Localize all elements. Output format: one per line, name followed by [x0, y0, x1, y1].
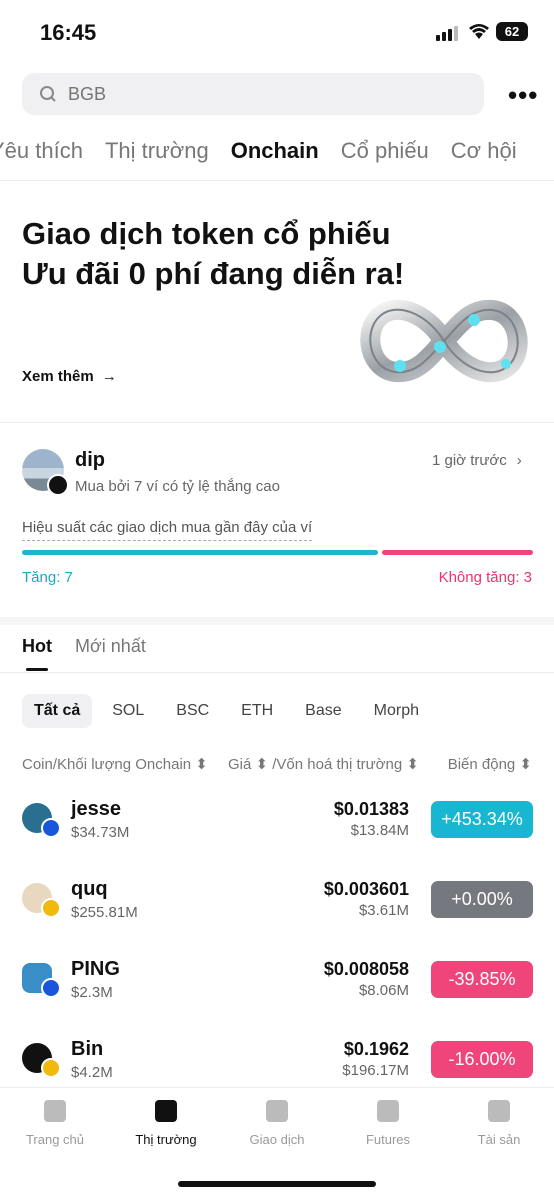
nav-label: Giao dịch [249, 1132, 305, 1147]
promo-title: Giao dịch token cổ phiếu Ưu đãi 0 phí đa… [22, 214, 404, 294]
token-market-cap: $196.17M [342, 1062, 409, 1079]
tab-market[interactable]: Thị trường [105, 138, 209, 164]
futures-icon [377, 1100, 399, 1122]
col-price[interactable]: Giá ⬍ /Vốn hoá thị trường ⬍ [228, 755, 419, 773]
bsc-chain-icon [41, 898, 61, 918]
wifi-icon [469, 24, 489, 39]
chip-base[interactable]: Base [293, 694, 353, 728]
tab-hot[interactable]: Hot [22, 636, 52, 657]
nav-label: Tài sản [477, 1132, 521, 1147]
tab-newest[interactable]: Mới nhất [75, 636, 146, 657]
home-icon [44, 1100, 66, 1122]
nav-futures[interactable]: Futures [333, 1100, 443, 1147]
home-indicator [178, 1181, 376, 1187]
nav-home[interactable]: Trang chủ [0, 1100, 110, 1147]
up-bar [22, 550, 378, 555]
nav-label: Futures [365, 1132, 411, 1147]
solana-badge-icon [47, 474, 69, 496]
section-divider [0, 617, 554, 625]
token-name[interactable]: Bin [71, 1038, 103, 1061]
chip-morph[interactable]: Morph [362, 694, 431, 728]
token-volume: $255.81M [71, 904, 138, 921]
divider [0, 180, 554, 181]
token-market-cap: $3.61M [358, 902, 409, 919]
performance-label[interactable]: Hiệu suất các giao dịch mua gần đây của … [22, 519, 313, 541]
token-volume: $4.2M [71, 1064, 113, 1081]
search-bar[interactable] [22, 73, 484, 115]
search-icon [40, 86, 56, 102]
divider [0, 672, 554, 673]
token-market-cap: $8.06M [358, 982, 409, 999]
promo-line-1: Giao dịch token cổ phiếu [22, 216, 391, 251]
chip-all[interactable]: Tất cả [22, 694, 93, 728]
more-menu-icon[interactable]: ••• [508, 80, 538, 111]
down-bar [382, 550, 533, 555]
chip-sol[interactable]: SOL [100, 694, 156, 728]
chart-icon [155, 1100, 177, 1122]
col-change[interactable]: Biến động ⬍ [448, 755, 532, 773]
tab-favorites[interactable]: Yêu thích [0, 138, 83, 164]
nav-assets[interactable]: Tài sản [444, 1100, 554, 1147]
token-name[interactable]: dip [75, 449, 105, 472]
tab-opportunities[interactable]: Cơ hội [451, 138, 517, 164]
up-count: Tăng: 7 [22, 569, 73, 586]
token-price: $0.1962 [343, 1039, 409, 1059]
time-ago-label: 1 giờ trước [432, 452, 507, 469]
search-input[interactable] [66, 82, 450, 106]
base-chain-icon [41, 818, 61, 838]
signal-icon [436, 26, 458, 41]
chip-eth[interactable]: ETH [229, 694, 285, 728]
arrow-right-icon: → [101, 368, 117, 385]
trade-icon [266, 1100, 288, 1122]
token-volume: $2.3M [71, 984, 113, 1001]
battery-icon: 62 [496, 22, 528, 41]
divider [0, 422, 554, 423]
nav-label: Thị trường [135, 1132, 197, 1147]
token-name[interactable]: PING [71, 958, 120, 981]
change-badge[interactable]: -39.85% [431, 961, 533, 998]
token-volume: $34.73M [71, 824, 130, 841]
promo-line-2: Ưu đãi 0 phí đang diễn ra! [22, 256, 405, 291]
down-count: Không tăng: 3 [438, 569, 532, 586]
nav-trade[interactable]: Giao dịch [222, 1100, 332, 1147]
change-badge[interactable]: +453.34% [431, 801, 533, 838]
token-name[interactable]: quq [71, 878, 108, 901]
base-chain-icon [41, 978, 61, 998]
buy-info: Mua bởi 7 ví có tỷ lệ thắng cao [75, 478, 280, 495]
bsc-chain-icon [41, 1058, 61, 1078]
wallet-icon [488, 1100, 510, 1122]
token-market-cap: $13.84M [350, 822, 409, 839]
tab-onchain[interactable]: Onchain [231, 138, 319, 164]
status-time: 16:45 [40, 20, 97, 45]
token-price: $0.003601 [323, 879, 409, 899]
infinity-illustration [360, 299, 528, 383]
change-badge[interactable]: -16.00% [431, 1041, 533, 1078]
change-badge[interactable]: +0.00% [431, 881, 533, 918]
chain-filter: Tất cả SOL BSC ETH Base Morph [22, 694, 431, 728]
time-ago[interactable]: 1 giờ trước › [432, 452, 522, 469]
see-more-link[interactable]: Xem thêm → [22, 368, 117, 385]
chevron-right-icon: › [516, 452, 522, 469]
nav-label: Trang chủ [25, 1132, 85, 1147]
token-price: $0.01383 [333, 799, 409, 819]
chip-bsc[interactable]: BSC [164, 694, 221, 728]
nav-market[interactable]: Thị trường [111, 1100, 221, 1147]
token-name[interactable]: jesse [71, 798, 121, 821]
tab-stocks[interactable]: Cổ phiếu [341, 138, 429, 164]
market-tabs: Yêu thích Thị trường Onchain Cổ phiếu Cơ… [0, 138, 517, 164]
token-price: $0.008058 [323, 959, 409, 979]
col-coin[interactable]: Coin/Khối lượng Onchain ⬍ [22, 755, 208, 773]
active-tab-indicator [26, 668, 48, 671]
see-more-label: Xem thêm [22, 368, 94, 385]
